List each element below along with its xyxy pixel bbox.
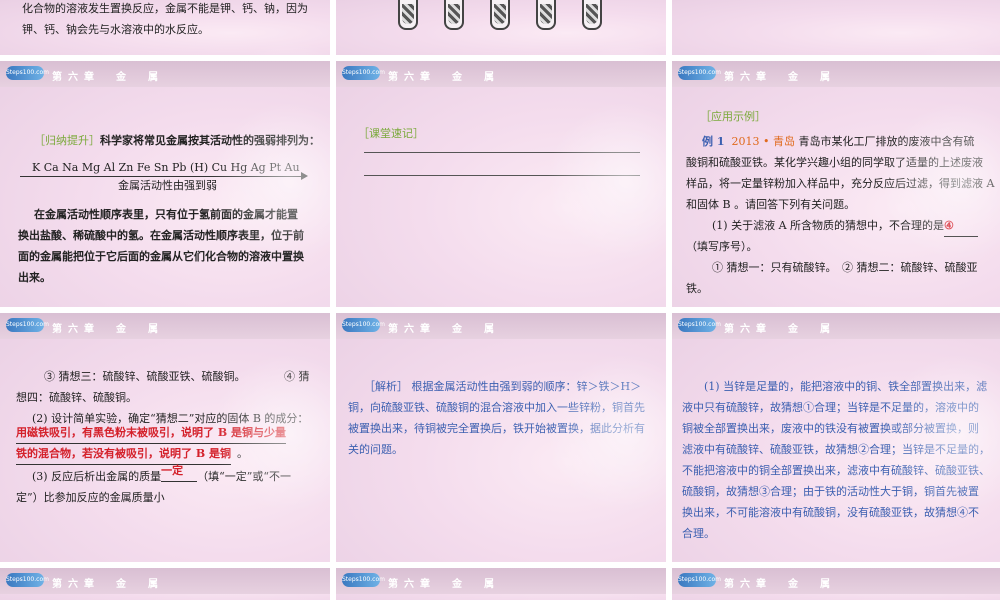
site-logo: Steps100.com xyxy=(342,66,385,80)
slide-5[interactable]: Steps100.com 第六章 金 属 ［课堂速记］ xyxy=(336,61,666,307)
explanation-line8: 合理。 xyxy=(682,527,715,540)
slide-header: Steps100.com 第六章 金 属 xyxy=(672,568,1000,594)
chapter-title: 第六章 金 属 xyxy=(724,579,836,590)
site-logo: Steps100.com xyxy=(6,318,49,332)
slide-header: Steps100.com 第六章 金 属 xyxy=(0,568,330,594)
question-3-hint: （填“一定”或“不一 xyxy=(197,470,291,483)
chapter-title: 第六章 金 属 xyxy=(388,324,500,335)
explanation-line5: 不能把溶液中的铜全部置换出来，滤液中有硫酸锌、硫酸亚铁、 xyxy=(682,464,990,477)
explanation-line7: 换出来，不可能溶液中有硫酸铜，没有硫酸亚铁，故猜想④不 xyxy=(682,506,979,519)
test-tube-icon xyxy=(490,0,510,30)
question-1-answer: ④ xyxy=(944,215,979,237)
slide-header: Steps100.com 第六章 金 属 xyxy=(0,313,330,339)
example-tag: ［应用示例］ xyxy=(700,110,766,123)
chapter-title: 第六章 金 属 xyxy=(724,72,836,83)
slide-11[interactable]: Steps100.com 第六章 金 属 xyxy=(336,568,666,600)
question-1-text: (1) 关于滤液 A 所含物质的猜想中，不合理的是 xyxy=(712,219,945,232)
explanation-line4: 滤液中有硫酸锌、硫酸亚铁，故猜想②合理；当锌是不足量的， xyxy=(682,443,990,456)
notes-line xyxy=(364,152,640,153)
chapter-title: 第六章 金 属 xyxy=(52,579,164,590)
chapter-title: 第六章 金 属 xyxy=(724,324,836,335)
site-logo: Steps100.com xyxy=(342,573,385,587)
example-line3: 样品，将一定量锌粉加入样品中，充分反应后过滤，得到滤液 A xyxy=(686,177,995,190)
chapter-title: 第六章 金 属 xyxy=(388,579,500,590)
slide-header: Steps100.com 第六章 金 属 xyxy=(0,61,330,87)
summary-para-line3: 面的金属能把位于它后面的金属从它们化合物的溶液中置换 xyxy=(18,250,304,263)
summary-para-line4: 出来。 xyxy=(18,271,51,284)
slide-header: Steps100.com 第六章 金 属 xyxy=(336,61,666,87)
slide-7[interactable]: Steps100.com 第六章 金 属 ③ 猜想三：硫酸锌、硫酸亚铁、硫酸铜。… xyxy=(0,313,330,562)
analysis-text: 根据金属活动性由强到弱的顺序：锌＞铁＞H＞ xyxy=(411,380,642,393)
slide-12[interactable]: Steps100.com 第六章 金 属 xyxy=(672,568,1000,600)
guess-3: ③ 猜想三：硫酸锌、硫酸亚铁、硫酸铜。 ④ 猜 xyxy=(44,370,310,383)
example-source: 2013 • 青岛 xyxy=(731,135,795,148)
slide-6[interactable]: Steps100.com 第六章 金 属 ［应用示例］ 例 1 2013 • 青… xyxy=(672,61,1000,307)
question-3-text: (3) 反应后析出金属的质量 xyxy=(32,470,162,483)
activity-caption: 金属活动性由强到弱 xyxy=(118,179,217,192)
answer-2-end: 。 xyxy=(236,447,248,460)
slide-1[interactable]: 化合物的溶液发生置换反应，金属不能是钾、钙、钠，因为 钾、钙、钠会先与水溶液中的… xyxy=(0,0,330,55)
test-tube-icon xyxy=(444,0,464,30)
question-3-tail: 定”）比参加反应的金属质量小 xyxy=(16,491,165,504)
example-line1: 例 1 2013 • 青岛 青岛市某化工厂排放的废液中含有硫 xyxy=(702,131,974,152)
question-1-tail: （填写序号）。 xyxy=(686,240,758,253)
example-line2: 酸铜和硫酸亚铁。某化学兴趣小组的同学取了适量的上述废液 xyxy=(686,156,983,169)
site-logo: Steps100.com xyxy=(6,573,49,587)
explanation-line3: 铜被全部置换出来，废液中的铁没有被置换或部分被置换，则 xyxy=(682,422,979,435)
analysis-line2: 铜，向硫酸亚铁、硫酸铜的混合溶液中加入一些锌粉，铜首先 xyxy=(348,401,645,414)
guess-4: 想四：硫酸锌、硫酸铜。 xyxy=(16,391,137,404)
site-logo: Steps100.com xyxy=(678,318,721,332)
notes-line xyxy=(364,175,640,176)
example-text: 青岛市某化工厂排放的废液中含有硫 xyxy=(798,135,975,148)
site-logo: Steps100.com xyxy=(678,573,721,587)
question-3-answer: 一定 xyxy=(161,460,198,482)
analysis-line4: 关的问题。 xyxy=(348,443,403,456)
test-tube-icon xyxy=(582,0,602,30)
question-3: (3) 反应后析出金属的质量一定 （填“一定”或“不一 xyxy=(32,464,291,488)
notes-tag: ［课堂速记］ xyxy=(358,127,424,140)
slide-header: Steps100.com 第六章 金 属 xyxy=(336,568,666,594)
site-logo: Steps100.com xyxy=(6,66,49,80)
test-tube-icon xyxy=(398,0,418,30)
slide-4[interactable]: Steps100.com 第六章 金 属 ［归纳提升］科学家将常见金属按其活动性… xyxy=(0,61,330,307)
example-label: 例 1 xyxy=(702,135,725,148)
explanation-line2: 液中只有硫酸锌，故猜想①合理；当锌是不足量的，溶液中的 xyxy=(682,401,979,414)
slide-10[interactable]: Steps100.com 第六章 金 属 xyxy=(0,568,330,600)
summary-para-line1: 在金属活动性顺序表里，只有位于氢前面的金属才能置 xyxy=(34,208,298,221)
answer-2-line2-wrap: 铁的混合物，若没有被吸引，说明了 B 是铜。 xyxy=(16,443,248,465)
summary-intro: 科学家将常见金属按其活动性的强弱排列为： xyxy=(100,134,320,147)
answer-2-line1: 用磁铁吸引，有黑色粉末被吸引，说明了 B 是铜与少量 xyxy=(16,422,286,444)
site-logo: Steps100.com xyxy=(342,318,385,332)
summary-tag: ［归纳提升］ xyxy=(34,134,100,147)
slide-8[interactable]: Steps100.com 第六章 金 属 ［解析］ 根据金属活动性由强到弱的顺序… xyxy=(336,313,666,562)
chapter-title: 第六章 金 属 xyxy=(52,72,164,83)
summary-heading: ［归纳提升］科学家将常见金属按其活动性的强弱排列为： xyxy=(34,130,320,151)
guess-1-2: ① 猜想一：只有硫酸锌。 ② 猜想二：硫酸锌、硫酸亚 xyxy=(712,261,978,274)
analysis-line1: ［解析］ 根据金属活动性由强到弱的顺序：锌＞铁＞H＞ xyxy=(364,376,641,397)
site-logo: Steps100.com xyxy=(678,66,721,80)
slide-9[interactable]: Steps100.com 第六章 金 属 (1) 当锌是足量的，能把溶液中的铜、… xyxy=(672,313,1000,562)
question-1: (1) 关于滤液 A 所含物质的猜想中，不合理的是④ xyxy=(712,215,979,237)
slide-3[interactable] xyxy=(672,0,1000,55)
slide1-text-line1: 化合物的溶液发生置换反应，金属不能是钾、钙、钠，因为 xyxy=(22,2,308,15)
test-tube-icon xyxy=(536,0,556,30)
arrow-right-icon xyxy=(301,172,308,180)
slide-header: Steps100.com 第六章 金 属 xyxy=(672,61,1000,87)
chapter-title: 第六章 金 属 xyxy=(52,324,164,335)
explanation-line1: (1) 当锌是足量的，能把溶液中的铜、铁全部置换出来，滤 xyxy=(704,380,988,393)
slide-2[interactable] xyxy=(336,0,666,55)
chapter-title: 第六章 金 属 xyxy=(388,72,500,83)
guess-2-tail: 铁。 xyxy=(686,282,708,295)
slide-header: Steps100.com 第六章 金 属 xyxy=(336,313,666,339)
example-line4: 和固体 B 。请回答下列有关问题。 xyxy=(686,198,856,211)
explanation-line6: 硫酸铜，故猜想③合理；由于铁的活动性大于铜，铜首先被置 xyxy=(682,485,979,498)
slide1-text-line2: 钾、钙、钠会先与水溶液中的水反应。 xyxy=(22,23,209,36)
analysis-tag: ［解析］ xyxy=(364,380,408,393)
slide-header: Steps100.com 第六章 金 属 xyxy=(672,313,1000,339)
answer-2-line2: 铁的混合物，若没有被吸引，说明了 B 是铜 xyxy=(16,443,231,465)
summary-para-line2: 换出盐酸、稀硫酸中的氢。在金属活动性顺序表里，位于前 xyxy=(18,229,304,242)
analysis-line3: 被置换出来，待铜被完全置换后，铁开始被置换，据此分析有 xyxy=(348,422,645,435)
